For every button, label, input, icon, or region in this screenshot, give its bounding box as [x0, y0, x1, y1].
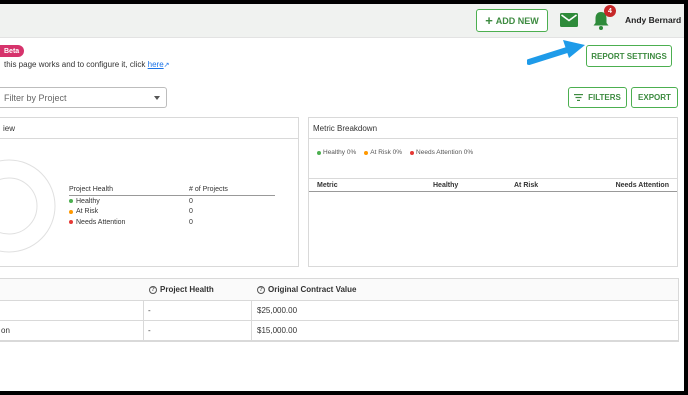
project-health-table: Project Health # of Projects Healthy 0 A… — [69, 184, 275, 228]
user-name[interactable]: Andy Bernard — [625, 15, 681, 25]
help-circle-icon: ? — [149, 285, 157, 294]
healthy-dot-icon — [317, 150, 321, 155]
add-new-label: ADD NEW — [495, 15, 539, 26]
report-settings-button[interactable]: REPORT SETTINGS — [586, 45, 672, 67]
project-health-cell: - — [148, 306, 151, 315]
project-health-header: Project Health # of Projects — [69, 184, 275, 196]
health-label: At Risk — [76, 208, 99, 216]
health-label: Healthy — [76, 197, 100, 205]
help-text-body: this page works and to configure it, cli… — [4, 60, 148, 69]
project-filter-select[interactable]: Filter by Project — [0, 87, 167, 108]
project-health-column-header: Project Health — [69, 186, 113, 193]
project-health-cell: - — [148, 326, 151, 335]
legend-item[interactable]: Needs Attention 0% — [410, 149, 473, 156]
app-frame: + ADD NEW 4 Andy Bernard Beta this page … — [0, 4, 684, 391]
health-donut-chart — [0, 159, 56, 253]
projects-table-header: ? Project Health ? Original Contract Value — [0, 279, 678, 301]
filters-button[interactable]: FILTERS — [568, 87, 627, 108]
mail-icon[interactable] — [560, 13, 578, 32]
filter-lines-icon — [574, 94, 584, 101]
help-circle-icon: ? — [257, 285, 265, 294]
table-row[interactable]: - $25,000.00 — [0, 301, 678, 321]
legend-label: At Risk 0% — [370, 149, 403, 156]
table-row: At Risk 0 — [69, 207, 275, 218]
contract-value-cell: $15,000.00 — [257, 326, 298, 335]
healthy-dot-icon — [69, 199, 73, 204]
at-risk-column-header: At Risk — [514, 182, 539, 189]
export-button[interactable]: EXPORT — [631, 87, 678, 108]
contract-value-column-header[interactable]: ? Original Contract Value — [257, 279, 356, 300]
metric-breakdown-title: Metric Breakdown — [309, 118, 677, 139]
legend-label: Needs Attention 0% — [416, 149, 474, 156]
caret-down-icon — [154, 96, 160, 100]
pointer-arrow-icon — [527, 40, 585, 65]
metric-table-header: Metric Healthy At Risk Needs Attention — [309, 178, 677, 192]
column-header-label: Project Health — [160, 285, 214, 294]
project-name-cell[interactable]: on — [1, 321, 10, 340]
plus-icon: + — [485, 13, 493, 28]
beta-badge: Beta — [0, 45, 25, 57]
legend-label: Healthy 0% — [323, 149, 357, 156]
table-row: Healthy 0 — [69, 196, 275, 207]
health-label: Needs Attention — [76, 218, 126, 226]
column-header-label: Original Contract Value — [268, 285, 357, 294]
filters-label: FILTERS — [588, 93, 621, 102]
add-new-button[interactable]: + ADD NEW — [476, 9, 548, 32]
projects-table: ? Project Health ? Original Contract Value… — [0, 278, 679, 342]
project-health-column-header[interactable]: ? Project Health — [149, 279, 214, 300]
help-text: this page works and to configure it, cli… — [4, 60, 170, 69]
healthy-column-header: Healthy — [433, 182, 459, 189]
overview-card-title: iew — [0, 118, 298, 139]
table-row[interactable]: on - $15,000.00 — [0, 321, 678, 341]
health-count: 0 — [189, 208, 193, 216]
health-count: 0 — [189, 218, 193, 226]
metric-breakdown-card: Metric Breakdown Healthy 0% At Risk 0% N… — [308, 117, 678, 267]
project-count-column-header: # of Projects — [189, 186, 228, 193]
needs-attention-column-header: Needs Attention — [615, 182, 669, 189]
legend-item[interactable]: Healthy 0% — [317, 149, 356, 156]
notification-badge: 4 — [604, 5, 616, 17]
overview-card: iew Project Health # of Projects Healthy… — [0, 117, 299, 267]
top-bar: + ADD NEW 4 Andy Bernard — [0, 4, 684, 38]
legend-item[interactable]: At Risk 0% — [364, 149, 402, 156]
contract-value-cell: $25,000.00 — [257, 306, 298, 315]
at-risk-dot-icon — [364, 150, 369, 155]
metric-legend: Healthy 0% At Risk 0% Needs Attention 0% — [317, 149, 473, 156]
health-count: 0 — [189, 197, 193, 205]
project-filter-placeholder: Filter by Project — [4, 92, 67, 103]
help-link[interactable]: here — [148, 60, 164, 69]
table-row: Needs Attention 0 — [69, 217, 275, 228]
metric-column-header: Metric — [317, 182, 338, 189]
needs-attention-dot-icon — [69, 220, 73, 225]
needs-attention-dot-icon — [410, 150, 415, 155]
at-risk-dot-icon — [69, 209, 73, 214]
external-link-icon: ↗ — [163, 62, 170, 69]
